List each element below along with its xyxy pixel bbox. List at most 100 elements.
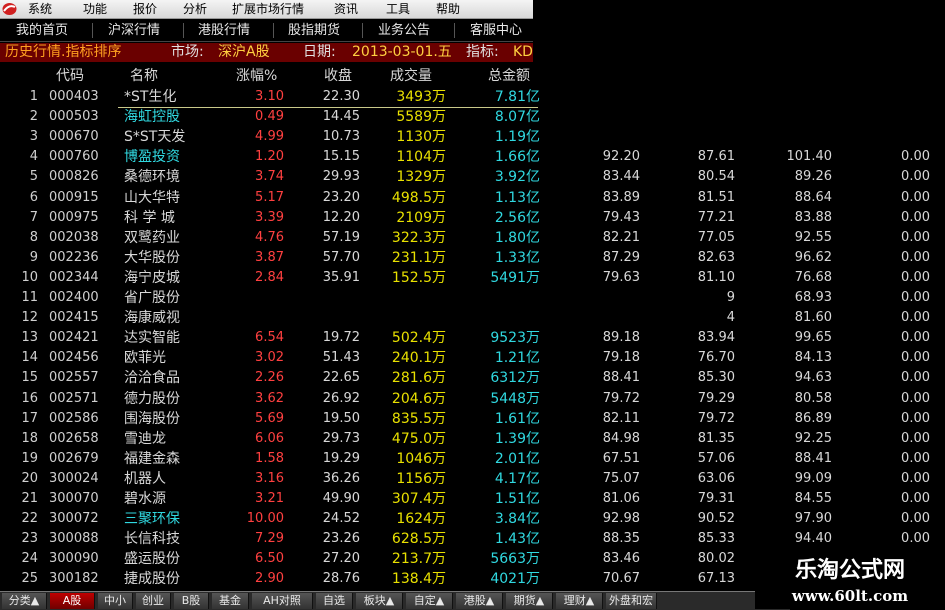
change-pct: 3.21	[255, 491, 284, 506]
table-row[interactable]: 2 000503 海虹控股 0.49 14.45 5589万 8.07亿	[0, 107, 945, 127]
stock-code: 000760	[49, 149, 99, 165]
indicator-j: 84.13	[794, 350, 832, 366]
indicator-k: 67.51	[602, 450, 640, 466]
tab-1[interactable]: A股	[50, 593, 95, 609]
table-row[interactable]: 23 300088 长信科技 7.29 23.26 628.5万 1.43亿 88.35 85.…	[0, 529, 945, 549]
column-header-code[interactable]: 代码	[56, 66, 84, 86]
menu-item-extended-market[interactable]: 扩展市场行情	[232, 2, 304, 16]
nav-customer-service[interactable]: 客服中心	[470, 22, 522, 39]
nav-announcements[interactable]: 业务公告	[378, 22, 430, 39]
row-index: 22	[21, 511, 38, 527]
table-row[interactable]: 1 000403 *ST生化 3.10 22.30 3493万 7.81亿	[0, 87, 945, 107]
top-nav-bar: 我的首页 沪深行情 港股行情 股指期货 业务公告 客服中心	[0, 20, 533, 42]
table-row[interactable]: 3 000670 S*ST天发 4.99 10.73 1130万 1.19亿	[0, 127, 945, 147]
table-row[interactable]: 4 000760 博盈投资 1.20 15.15 1104万 1.66亿 92.20 87.61…	[0, 147, 945, 167]
stock-code: 300070	[49, 491, 99, 506]
date-value[interactable]: 2013-03-01.五	[352, 43, 452, 62]
column-header-amount[interactable]: 总金额	[488, 66, 530, 86]
table-row[interactable]: 22 300072 三聚环保 10.00 24.52 1624万 3.84亿 92.98 90.…	[0, 509, 945, 529]
change-pct: 3.10	[255, 89, 284, 104]
tab-5[interactable]: 基金	[212, 593, 249, 609]
indicator-extra: 0.00	[901, 149, 930, 165]
menu-item-analysis[interactable]: 分析	[183, 2, 207, 16]
tab-11[interactable]: 期货▲	[506, 593, 553, 609]
table-row[interactable]: 6 000915 山大华特 5.17 23.20 498.5万 1.13亿 83.89 81.5…	[0, 188, 945, 208]
tab-8[interactable]: 板块▲	[356, 593, 403, 609]
menu-item-quote[interactable]: 报价	[133, 2, 157, 16]
volume: 835.5万	[391, 410, 446, 427]
tab-13[interactable]: 外盘和宏	[606, 593, 657, 609]
table-row[interactable]: 19 002679 福建金森 1.58 19.29 1046万 2.01亿 67.51 57.0…	[0, 449, 945, 469]
table-row[interactable]: 7 000975 科 学 城 3.39 12.20 2109万 2.56亿 79.43 77.2…	[0, 208, 945, 228]
table-row[interactable]: 9 002236 大华股份 3.87 57.70 231.1万 1.33亿 87.29 82.6…	[0, 248, 945, 268]
stock-name: 围海股份	[124, 410, 180, 427]
row-index: 16	[21, 390, 38, 406]
indicator-j: 81.60	[794, 310, 832, 326]
nav-index-futures[interactable]: 股指期货	[288, 22, 340, 39]
volume: 138.4万	[391, 571, 446, 588]
indicator-j: 84.55	[794, 491, 832, 506]
stock-code: 000670	[49, 129, 99, 145]
table-row[interactable]: 21 300070 碧水源 3.21 49.90 307.4万 1.51亿 81.06 79.3…	[0, 489, 945, 509]
indicator-d: 85.33	[697, 531, 735, 547]
volume: 281.6万	[391, 370, 446, 387]
indicator-d: 81.35	[697, 430, 735, 446]
menu-item-function[interactable]: 功能	[83, 2, 107, 16]
stock-name: 山大华特	[124, 189, 180, 206]
indicator-d: 85.30	[697, 370, 735, 386]
indicator-k: 89.18	[602, 330, 640, 346]
nav-sh-sz-market[interactable]: 沪深行情	[108, 22, 160, 39]
table-row[interactable]: 14 002456 欧菲光 3.02 51.43 240.1万 1.21亿 79.18 76.7…	[0, 348, 945, 368]
row-index: 10	[21, 269, 38, 285]
tab-4[interactable]: B股	[174, 593, 209, 609]
indicator-k: 83.46	[602, 551, 640, 567]
indicator-extra: 0.00	[901, 491, 930, 506]
volume: 204.6万	[391, 390, 446, 407]
indicator-value[interactable]: KD	[513, 43, 533, 62]
tab-7[interactable]: 自选	[316, 593, 353, 609]
stock-code: 002456	[49, 350, 99, 366]
tab-0[interactable]: 分类▲	[2, 593, 47, 609]
table-row[interactable]: 20 300024 机器人 3.16 36.26 1156万 4.17亿 75.07 63.06…	[0, 469, 945, 489]
change-pct: 2.26	[255, 370, 284, 386]
nav-divider	[454, 23, 455, 38]
stock-code: 002586	[49, 410, 99, 426]
stock-code: 000975	[49, 209, 99, 225]
table-row[interactable]: 15 002557 洽洽食品 2.26 22.65 281.6万 6312万 88.41 85.…	[0, 368, 945, 388]
indicator-d: 79.29	[697, 390, 735, 406]
tab-6[interactable]: AH对照	[252, 593, 313, 609]
column-header-close[interactable]: 收盘	[324, 66, 352, 86]
menu-item-tools[interactable]: 工具	[386, 2, 410, 16]
nav-home[interactable]: 我的首页	[16, 22, 68, 39]
column-header-change-pct[interactable]: 涨幅%	[236, 66, 277, 86]
menu-item-help[interactable]: 帮助	[436, 2, 460, 16]
table-row[interactable]: 18 002658 雪迪龙 6.06 29.73 475.0万 1.39亿 84.98 81.3…	[0, 429, 945, 449]
column-header-volume[interactable]: 成交量	[390, 66, 432, 86]
indicator-label: 指标:	[466, 44, 499, 60]
table-row[interactable]: 5 000826 桑德环境 3.74 29.93 1329万 3.92亿 83.44 80.54…	[0, 167, 945, 187]
close-price: 29.93	[322, 169, 360, 185]
table-row[interactable]: 8 002038 双鹭药业 4.76 57.19 322.3万 1.80亿 82.21 77.0…	[0, 228, 945, 248]
menu-item-system[interactable]: 系统	[28, 2, 52, 16]
close-price: 23.26	[322, 531, 360, 547]
row-index: 3	[29, 129, 38, 145]
tab-3[interactable]: 创业	[136, 593, 171, 609]
change-pct: 6.54	[255, 330, 284, 346]
bottom-tab-bar: 分类▲ A股 中小 创业 B股 基金 AH对照 自选 板块▲ 自定▲ 港股▲ 期货▲ 理财▲ 外盘和宏	[0, 591, 790, 610]
close-price: 10.73	[322, 129, 360, 145]
table-row[interactable]: 13 002421 达实智能 6.54 19.72 502.4万 9523万 89.18 83.…	[0, 328, 945, 348]
tab-9[interactable]: 自定▲	[406, 593, 453, 609]
tab-12[interactable]: 理财▲	[556, 593, 603, 609]
nav-hk-market[interactable]: 港股行情	[198, 22, 250, 39]
column-header-name[interactable]: 名称	[130, 66, 158, 86]
tab-10[interactable]: 港股▲	[456, 593, 503, 609]
volume: 502.4万	[391, 330, 446, 347]
market-label: 市场:	[171, 44, 204, 60]
tab-2[interactable]: 中小	[98, 593, 133, 609]
market-value[interactable]: 深沪A股	[218, 43, 270, 62]
menu-item-news[interactable]: 资讯	[334, 2, 358, 16]
table-row[interactable]: 16 002571 德力股份 3.62 26.92 204.6万 5448万 79.72 79.…	[0, 389, 945, 409]
stock-name: 碧水源	[124, 491, 166, 507]
table-row[interactable]: 17 002586 围海股份 5.69 19.50 835.5万 1.61亿 82.11 79.…	[0, 409, 945, 429]
nav-divider	[183, 23, 184, 38]
